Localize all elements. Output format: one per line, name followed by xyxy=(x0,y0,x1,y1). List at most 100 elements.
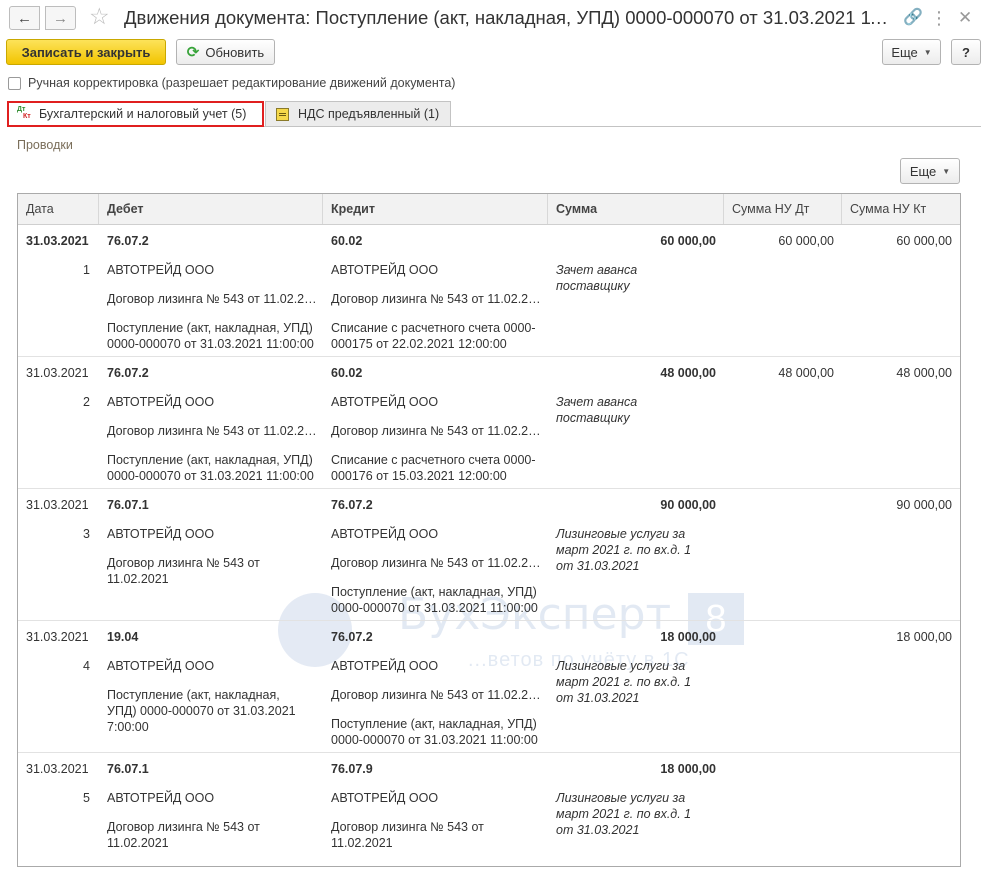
table-row[interactable]: 31.03.2021 3 76.07.1 АВТОТРЕЙД ООО Догов… xyxy=(18,489,960,621)
debit-account: 76.07.2 xyxy=(107,234,149,248)
link-icon[interactable]: 🔗 xyxy=(903,8,923,28)
debit-account: 76.07.2 xyxy=(107,366,149,380)
debit-subconto: Договор лизинга № 543 от 11.02.2021 xyxy=(107,424,317,438)
row-nu-kt: 60 000,00 xyxy=(896,234,952,248)
credit-account: 76.07.2 xyxy=(331,498,373,512)
row-content: Лизинговые услуги за март 2021 г. по вх.… xyxy=(556,659,692,705)
tab-vat-label: НДС предъявленный (1) xyxy=(298,107,440,121)
debit-subconto: Договор лизинга № 543 от 11.02.2021 xyxy=(107,292,317,306)
column-header-nu-dt[interactable]: Сумма НУ Дт xyxy=(724,194,842,224)
debit-account: 19.04 xyxy=(107,630,139,644)
debit-subconto: АВТОТРЕЙД ООО xyxy=(107,659,215,673)
row-content: Зачет аванса поставщику xyxy=(556,395,638,425)
tab-vat[interactable]: НДС предъявленный (1) xyxy=(265,101,451,127)
row-nu-dt: 60 000,00 xyxy=(778,234,834,248)
row-date: 31.03.2021 xyxy=(26,630,89,644)
chevron-down-icon: ▼ xyxy=(942,166,951,176)
debit-subconto: Поступление (акт, накладная, УПД) 0000-0… xyxy=(107,688,296,734)
row-number: 4 xyxy=(83,659,90,673)
window-title: Движения документа: Поступление (акт, на… xyxy=(124,7,894,28)
section-title: Проводки xyxy=(17,138,73,152)
row-content: Лизинговые услуги за март 2021 г. по вх.… xyxy=(556,791,692,837)
debit-subconto: АВТОТРЕЙД ООО xyxy=(107,263,215,277)
credit-subconto: Договор лизинга № 543 от 11.02.2021 xyxy=(331,820,484,850)
table-header: Дата Дебет Кредит Сумма Сумма НУ Дт Сумм… xyxy=(18,194,960,225)
help-label: ? xyxy=(962,44,970,60)
debit-credit-icon: Дт Кт xyxy=(17,106,31,120)
column-header-debit[interactable]: Дебет xyxy=(99,194,323,224)
save-and-close-label: Записать и закрыть xyxy=(21,44,151,60)
row-nu-dt: 48 000,00 xyxy=(778,366,834,380)
row-amount: 18 000,00 xyxy=(660,630,716,644)
row-number: 2 xyxy=(83,395,90,409)
star-icon[interactable]: ☆ xyxy=(89,4,110,28)
row-number: 1 xyxy=(83,263,90,277)
column-header-nu-kt[interactable]: Сумма НУ Кт xyxy=(842,194,960,224)
row-number: 3 xyxy=(83,527,90,541)
chevron-down-icon: ▼ xyxy=(923,47,932,57)
credit-subconto: Поступление (акт, накладная, УПД) 0000-0… xyxy=(331,717,538,747)
row-date: 31.03.2021 xyxy=(26,762,89,776)
row-content: Лизинговые услуги за март 2021 г. по вх.… xyxy=(556,527,692,573)
debit-subconto: АВТОТРЕЙД ООО xyxy=(107,791,215,805)
manual-correction-row[interactable]: Ручная корректировка (разрешает редактир… xyxy=(8,76,455,90)
table-row[interactable]: 31.03.2021 1 76.07.2 АВТОТРЕЙД ООО Догов… xyxy=(18,225,960,357)
refresh-button[interactable]: ⟳ Обновить xyxy=(176,39,275,65)
credit-subconto: Договор лизинга № 543 от 11.02.2021 xyxy=(331,424,541,438)
table-row[interactable]: 31.03.2021 2 76.07.2 АВТОТРЕЙД ООО Догов… xyxy=(18,357,960,489)
row-date: 31.03.2021 xyxy=(26,366,89,380)
help-button[interactable]: ? xyxy=(951,39,981,65)
credit-account: 60.02 xyxy=(331,234,363,248)
more-vertical-icon[interactable]: ⋮ xyxy=(930,8,948,28)
column-header-credit[interactable]: Кредит xyxy=(323,194,548,224)
row-nu-kt: 90 000,00 xyxy=(896,498,952,512)
credit-subconto: Списание с расчетного счета 0000-000175 … xyxy=(331,321,536,351)
manual-correction-checkbox[interactable] xyxy=(8,76,21,90)
credit-subconto: Договор лизинга № 543 от 11.02.2021 xyxy=(331,688,541,702)
debit-subconto: Договор лизинга № 543 от 11.02.2021 xyxy=(107,556,260,586)
credit-subconto: АВТОТРЕЙД ООО xyxy=(331,263,439,277)
credit-subconto: АВТОТРЕЙД ООО xyxy=(331,527,439,541)
title-bar: ← → ☆ Движения документа: Поступление (а… xyxy=(0,0,988,36)
forward-button[interactable]: → xyxy=(45,6,76,30)
row-nu-kt: 48 000,00 xyxy=(896,366,952,380)
row-amount: 60 000,00 xyxy=(660,234,716,248)
credit-subconto: АВТОТРЕЙД ООО xyxy=(331,395,439,409)
row-content: Зачет аванса поставщику xyxy=(556,263,638,293)
arrow-right-icon: → xyxy=(53,9,68,27)
credit-subconto: Договор лизинга № 543 от 11.02.2021 xyxy=(331,292,541,306)
entries-table[interactable]: Дата Дебет Кредит Сумма Сумма НУ Дт Сумм… xyxy=(17,193,961,867)
debit-subconto: АВТОТРЕЙД ООО xyxy=(107,527,215,541)
tab-divider xyxy=(264,126,981,127)
save-and-close-button[interactable]: Записать и закрыть xyxy=(6,39,166,65)
refresh-label: Обновить xyxy=(205,44,265,60)
tab-accounting-label: Бухгалтерский и налоговый учет (5) xyxy=(39,107,247,121)
credit-subconto: Поступление (акт, накладная, УПД) 0000-0… xyxy=(331,585,538,615)
refresh-icon: ⟳ xyxy=(186,44,200,61)
debit-subconto: АВТОТРЕЙД ООО xyxy=(107,395,215,409)
close-icon[interactable]: ✕ xyxy=(958,8,972,28)
tab-accounting[interactable]: Дт Кт Бухгалтерский и налоговый учет (5) xyxy=(7,101,264,127)
debit-subconto: Поступление (акт, накладная, УПД) 0000-0… xyxy=(107,453,314,483)
row-date: 31.03.2021 xyxy=(26,234,89,248)
credit-account: 60.02 xyxy=(331,366,363,380)
row-number: 5 xyxy=(83,791,90,805)
table-row[interactable]: 31.03.2021 5 76.07.1 АВТОТРЕЙД ООО Догов… xyxy=(18,753,960,866)
column-header-date[interactable]: Дата xyxy=(18,194,99,224)
credit-account: 76.07.9 xyxy=(331,762,373,776)
table-row[interactable]: 31.03.2021 4 19.04 АВТОТРЕЙД ООО Поступл… xyxy=(18,621,960,753)
debit-subconto: Поступление (акт, накладная, УПД) 0000-0… xyxy=(107,321,314,351)
arrow-left-icon: ← xyxy=(17,9,32,27)
column-header-amount[interactable]: Сумма xyxy=(548,194,724,224)
table-more-label: Еще xyxy=(909,163,937,179)
debit-subconto: Договор лизинга № 543 от 11.02.2021 xyxy=(107,820,260,850)
manual-correction-label: Ручная корректировка (разрешает редактир… xyxy=(28,76,456,90)
row-nu-kt: 18 000,00 xyxy=(896,630,952,644)
credit-subconto: Договор лизинга № 543 от 11.02.2021 xyxy=(331,556,541,570)
row-amount: 18 000,00 xyxy=(660,762,716,776)
back-button[interactable]: ← xyxy=(9,6,40,30)
row-amount: 90 000,00 xyxy=(660,498,716,512)
credit-account: 76.07.2 xyxy=(331,630,373,644)
table-more-button[interactable]: Еще ▼ xyxy=(900,158,960,184)
more-menu-button[interactable]: Еще ▼ xyxy=(882,39,941,65)
